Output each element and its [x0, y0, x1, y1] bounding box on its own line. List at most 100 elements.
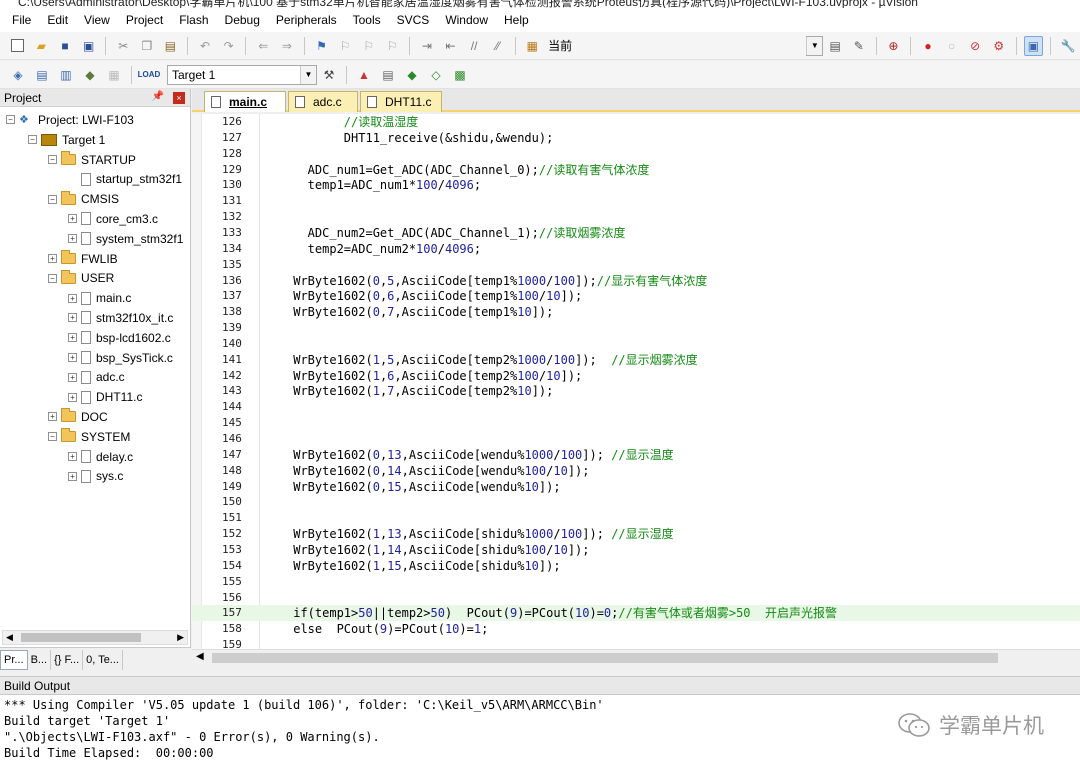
menu-svcs[interactable]: SVCS: [389, 13, 438, 27]
expand-icon[interactable]: +: [48, 412, 57, 422]
find-in-files-icon[interactable]: ▦: [522, 36, 542, 56]
collapse-icon[interactable]: −: [6, 115, 15, 124]
expand-icon[interactable]: +: [68, 471, 77, 481]
expand-icon[interactable]: +: [68, 372, 77, 382]
breakpoint-icon[interactable]: ●: [918, 36, 938, 56]
nav-back-icon[interactable]: ⇐: [253, 36, 273, 56]
scroll-left-icon[interactable]: ◀: [6, 632, 13, 643]
code-line[interactable]: 126 //读取温湿度: [192, 114, 1080, 130]
build-icon[interactable]: ▤: [32, 65, 52, 85]
code-line[interactable]: 138 WrByte1602(0,7,AsciiCode[temp1%10]);: [192, 304, 1080, 320]
tab-project[interactable]: Pr...: [0, 649, 28, 670]
code-line[interactable]: 156: [192, 590, 1080, 606]
menu-help[interactable]: Help: [496, 13, 537, 27]
code-line[interactable]: 145: [192, 415, 1080, 431]
tree-folder[interactable]: − SYSTEM: [48, 427, 130, 446]
tree-file[interactable]: + stm32f10x_it.c: [68, 308, 173, 327]
run-time-environment-icon[interactable]: ▩: [450, 65, 470, 85]
code-line[interactable]: 134 temp2=ADC_num2*100/4096;: [192, 241, 1080, 257]
nav-forward-icon[interactable]: ⇒: [277, 36, 297, 56]
tree-folder[interactable]: + DOC: [48, 407, 108, 426]
tree-root[interactable]: − ❖ Project: LWI-F103: [6, 110, 134, 129]
indent-icon[interactable]: ⇥: [417, 36, 437, 56]
load-icon[interactable]: LOAD: [138, 65, 161, 85]
prev-bookmark-icon[interactable]: ⚐: [335, 36, 355, 56]
save-all-icon[interactable]: ▣: [79, 36, 99, 56]
tab-functions[interactable]: {} F...: [51, 649, 84, 670]
code-line[interactable]: 128: [192, 146, 1080, 162]
code-line[interactable]: 135: [192, 257, 1080, 273]
incremental-find-icon[interactable]: ✎: [849, 36, 869, 56]
redo-icon[interactable]: ↷: [219, 36, 239, 56]
code-line[interactable]: 151: [192, 510, 1080, 526]
code-line[interactable]: 157 if(temp1>50||temp2>50) PCout(9)=PCou…: [192, 605, 1080, 622]
menu-project[interactable]: Project: [118, 13, 171, 27]
copy-icon[interactable]: ❐: [137, 36, 157, 56]
tab-templates[interactable]: 0, Te...: [83, 649, 123, 670]
code-line[interactable]: 152 WrByte1602(1,13,AsciiCode[shidu%1000…: [192, 526, 1080, 542]
collapse-icon[interactable]: −: [28, 135, 37, 144]
settings-wrench-icon[interactable]: 🔧: [1058, 36, 1078, 56]
scroll-thumb[interactable]: [21, 633, 141, 642]
collapse-icon[interactable]: −: [48, 155, 57, 164]
tree-file[interactable]: + adc.c: [68, 368, 125, 387]
close-icon[interactable]: ×: [173, 92, 185, 104]
find-icon[interactable]: ▤: [825, 36, 845, 56]
uncomment-icon[interactable]: ⁄⁄: [488, 36, 508, 56]
scroll-left-icon[interactable]: ◀: [196, 651, 204, 662]
scroll-thumb[interactable]: [212, 653, 998, 663]
project-hscrollbar[interactable]: ◀ ▶: [2, 630, 188, 645]
file-extensions-icon[interactable]: ▤: [378, 65, 398, 85]
rebuild-icon[interactable]: ▥: [56, 65, 76, 85]
window-layout-icon[interactable]: ▣: [1023, 35, 1044, 56]
clear-bookmarks-icon[interactable]: ⚐: [382, 36, 402, 56]
code-line[interactable]: 148 WrByte1602(0,14,AsciiCode[wendu%100/…: [192, 463, 1080, 479]
code-line[interactable]: 139: [192, 320, 1080, 336]
debug-session-icon[interactable]: ⊕: [884, 36, 904, 56]
scroll-right-icon[interactable]: ▶: [177, 632, 184, 643]
code-line[interactable]: 144: [192, 399, 1080, 415]
expand-icon[interactable]: +: [68, 353, 77, 362]
code-line[interactable]: 136 WrByte1602(0,5,AsciiCode[temp1%1000/…: [192, 273, 1080, 289]
next-bookmark-icon[interactable]: ⚐: [359, 36, 379, 56]
manage-components-icon[interactable]: ▲: [354, 65, 374, 85]
collapse-icon[interactable]: −: [48, 432, 57, 442]
tree-folder[interactable]: − USER: [48, 269, 114, 288]
bookmark-icon[interactable]: ⚑: [312, 36, 332, 56]
find-combo[interactable]: ▼: [805, 35, 824, 56]
code-line[interactable]: 143 WrByte1602(1,7,AsciiCode[temp2%10]);: [192, 383, 1080, 399]
kill-breakpoints-icon[interactable]: ⊘: [965, 36, 985, 56]
open-folder-icon[interactable]: ▰: [32, 36, 52, 56]
disable-breakpoint-icon[interactable]: ○: [942, 36, 962, 56]
new-file-icon[interactable]: [8, 36, 28, 56]
tree-file[interactable]: + core_cm3.c: [68, 209, 158, 228]
tree-file[interactable]: + DHT11.c: [68, 388, 142, 407]
code-line[interactable]: 133 ADC_num2=Get_ADC(ADC_Channel_1);//读取…: [192, 225, 1080, 241]
configure-icon[interactable]: ⚙: [989, 36, 1009, 56]
menu-flash[interactable]: Flash: [171, 13, 216, 27]
code-line[interactable]: 154 WrByte1602(1,15,AsciiCode[shidu%10])…: [192, 558, 1080, 574]
select-software-packs-icon[interactable]: ◇: [426, 65, 446, 85]
save-icon[interactable]: ■: [55, 36, 75, 56]
tree-file[interactable]: startup_stm32f1: [68, 170, 182, 189]
translate-icon[interactable]: ◈: [8, 65, 28, 85]
code-line[interactable]: 129 ADC_num1=Get_ADC(ADC_Channel_0);//读取…: [192, 162, 1080, 178]
code-line[interactable]: 132: [192, 209, 1080, 225]
code-line[interactable]: 127 DHT11_receive(&shidu,&wendu);: [192, 130, 1080, 146]
expand-icon[interactable]: +: [68, 234, 77, 244]
code-line[interactable]: 131: [192, 193, 1080, 209]
menu-edit[interactable]: Edit: [39, 13, 76, 27]
tree-folder[interactable]: − CMSIS: [48, 190, 119, 209]
pack-installer-icon[interactable]: ◆: [402, 65, 422, 85]
menu-view[interactable]: View: [76, 13, 118, 27]
tree-file[interactable]: + main.c: [68, 289, 131, 308]
menu-file[interactable]: File: [4, 13, 39, 27]
tab-adc-c[interactable]: adc.c: [288, 91, 358, 112]
menu-tools[interactable]: Tools: [345, 13, 389, 27]
tab-books[interactable]: B...: [28, 649, 52, 670]
code-line[interactable]: 146: [192, 431, 1080, 447]
paste-icon[interactable]: ▤: [161, 36, 181, 56]
editor-hscrollbar[interactable]: ◀: [192, 649, 1080, 666]
expand-icon[interactable]: +: [68, 392, 77, 402]
target-select[interactable]: Target 1 ▼: [167, 64, 317, 85]
